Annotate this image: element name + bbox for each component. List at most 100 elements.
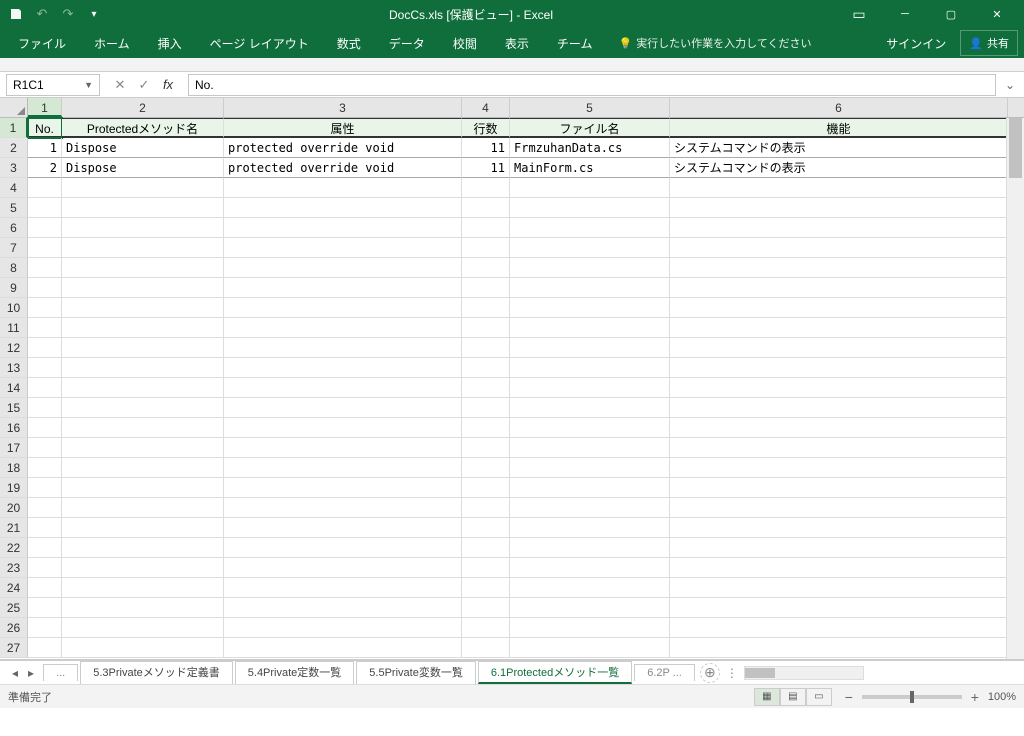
cell[interactable] bbox=[28, 418, 62, 438]
cell[interactable] bbox=[224, 438, 462, 458]
row-header[interactable]: 25 bbox=[0, 598, 28, 618]
cell[interactable] bbox=[462, 598, 510, 618]
cell[interactable] bbox=[224, 598, 462, 618]
cell[interactable] bbox=[670, 278, 1008, 298]
cell[interactable] bbox=[28, 318, 62, 338]
enter-icon[interactable]: ✓ bbox=[134, 77, 154, 93]
cell[interactable] bbox=[62, 538, 224, 558]
sheet-nav-prev-icon[interactable]: ◂ bbox=[8, 666, 22, 680]
cell[interactable] bbox=[28, 438, 62, 458]
cell[interactable] bbox=[28, 398, 62, 418]
cell[interactable] bbox=[670, 178, 1008, 198]
cell[interactable] bbox=[62, 378, 224, 398]
cell[interactable] bbox=[224, 258, 462, 278]
row-header[interactable]: 15 bbox=[0, 398, 28, 418]
row-header[interactable]: 23 bbox=[0, 558, 28, 578]
row-header[interactable]: 27 bbox=[0, 638, 28, 658]
cell[interactable] bbox=[28, 238, 62, 258]
cell[interactable] bbox=[510, 618, 670, 638]
cell[interactable] bbox=[224, 318, 462, 338]
cell[interactable] bbox=[62, 438, 224, 458]
formula-input[interactable]: No. bbox=[188, 74, 996, 96]
zoom-thumb[interactable] bbox=[910, 691, 914, 703]
cell[interactable] bbox=[224, 278, 462, 298]
cell[interactable] bbox=[510, 258, 670, 278]
cell[interactable] bbox=[510, 178, 670, 198]
name-box[interactable]: R1C1 ▼ bbox=[6, 74, 100, 96]
cell[interactable] bbox=[62, 478, 224, 498]
cell[interactable] bbox=[462, 458, 510, 478]
cell[interactable] bbox=[510, 238, 670, 258]
select-all-corner[interactable] bbox=[0, 98, 28, 117]
cell[interactable] bbox=[670, 238, 1008, 258]
cell[interactable] bbox=[28, 378, 62, 398]
scroll-thumb[interactable] bbox=[745, 668, 775, 678]
cell[interactable] bbox=[670, 558, 1008, 578]
cell[interactable] bbox=[510, 478, 670, 498]
cell[interactable] bbox=[28, 578, 62, 598]
cell[interactable] bbox=[224, 498, 462, 518]
row-header[interactable]: 10 bbox=[0, 298, 28, 318]
cell[interactable] bbox=[510, 598, 670, 618]
tab-file[interactable]: ファイル bbox=[6, 29, 78, 58]
row-header[interactable]: 7 bbox=[0, 238, 28, 258]
header-cell[interactable]: ファイル名 bbox=[510, 118, 670, 138]
undo-icon[interactable]: ↶ bbox=[30, 2, 54, 26]
tab-view[interactable]: 表示 bbox=[493, 29, 541, 58]
cell[interactable]: FrmzuhanData.cs bbox=[510, 138, 670, 158]
cell[interactable] bbox=[510, 518, 670, 538]
header-cell[interactable]: No. bbox=[28, 118, 62, 138]
cell[interactable] bbox=[462, 478, 510, 498]
cell[interactable] bbox=[224, 338, 462, 358]
row-header[interactable]: 4 bbox=[0, 178, 28, 198]
cell[interactable] bbox=[462, 318, 510, 338]
cell[interactable] bbox=[510, 538, 670, 558]
cell[interactable] bbox=[510, 338, 670, 358]
cell[interactable] bbox=[62, 578, 224, 598]
cell[interactable] bbox=[462, 558, 510, 578]
sheet-tab[interactable]: 5.4Private定数一覧 bbox=[235, 661, 355, 684]
cell[interactable] bbox=[28, 558, 62, 578]
cell[interactable] bbox=[28, 498, 62, 518]
tab-data[interactable]: データ bbox=[377, 29, 437, 58]
row-header[interactable]: 9 bbox=[0, 278, 28, 298]
cell[interactable] bbox=[224, 618, 462, 638]
redo-icon[interactable]: ↷ bbox=[56, 2, 80, 26]
cell[interactable]: 2 bbox=[28, 158, 62, 178]
cell[interactable] bbox=[28, 538, 62, 558]
cell[interactable] bbox=[462, 378, 510, 398]
header-cell[interactable]: 行数 bbox=[462, 118, 510, 138]
cell[interactable] bbox=[462, 358, 510, 378]
tab-insert[interactable]: 挿入 bbox=[146, 29, 194, 58]
cell[interactable] bbox=[510, 218, 670, 238]
cell[interactable] bbox=[224, 358, 462, 378]
cell[interactable] bbox=[462, 578, 510, 598]
tab-page-layout[interactable]: ページ レイアウト bbox=[198, 29, 321, 58]
cell[interactable] bbox=[62, 558, 224, 578]
cell[interactable] bbox=[224, 518, 462, 538]
cell[interactable] bbox=[224, 478, 462, 498]
sheet-tab-truncated[interactable]: 6.2P ... bbox=[634, 664, 695, 681]
signin-button[interactable]: サインイン bbox=[876, 29, 956, 58]
cell[interactable] bbox=[28, 198, 62, 218]
cell[interactable] bbox=[462, 218, 510, 238]
cell[interactable] bbox=[28, 518, 62, 538]
cell[interactable] bbox=[462, 498, 510, 518]
cell[interactable] bbox=[224, 238, 462, 258]
cell[interactable] bbox=[670, 598, 1008, 618]
row-header[interactable]: 12 bbox=[0, 338, 28, 358]
cell[interactable] bbox=[62, 218, 224, 238]
cell[interactable]: MainForm.cs bbox=[510, 158, 670, 178]
cell[interactable] bbox=[224, 298, 462, 318]
scroll-thumb[interactable] bbox=[1009, 118, 1022, 178]
cell[interactable] bbox=[224, 558, 462, 578]
cell[interactable] bbox=[62, 638, 224, 658]
cell[interactable] bbox=[670, 438, 1008, 458]
row-header[interactable]: 13 bbox=[0, 358, 28, 378]
cell[interactable] bbox=[28, 598, 62, 618]
cell[interactable] bbox=[462, 238, 510, 258]
cell[interactable] bbox=[462, 258, 510, 278]
cell[interactable] bbox=[670, 478, 1008, 498]
header-cell[interactable]: Protectedメソッド名 bbox=[62, 118, 224, 138]
cell[interactable] bbox=[62, 278, 224, 298]
